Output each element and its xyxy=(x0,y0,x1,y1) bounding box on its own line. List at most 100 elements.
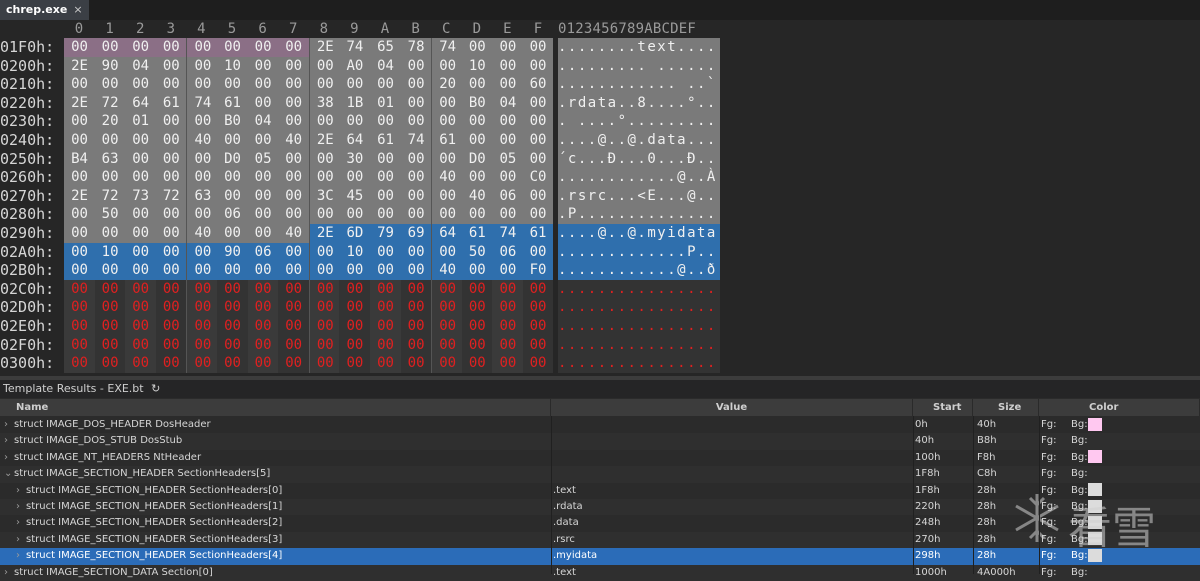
template-row[interactable]: › struct IMAGE_DOS_STUB DosStub 40h B8h Fg: B… xyxy=(0,433,1200,450)
hex-byte[interactable]: 00 xyxy=(523,56,553,76)
hex-byte[interactable]: 00 xyxy=(247,93,279,113)
hex-byte[interactable]: 61 xyxy=(461,224,493,243)
hex-byte[interactable]: 00 xyxy=(400,298,432,317)
hex-byte[interactable]: 00 xyxy=(308,56,341,76)
hex-byte[interactable]: 04 xyxy=(247,112,279,131)
hex-byte[interactable]: 10 xyxy=(94,242,126,262)
hex-byte[interactable]: 00 xyxy=(125,335,157,355)
hex-byte[interactable]: 61 xyxy=(370,131,401,150)
hex-byte[interactable]: 00 xyxy=(523,317,553,336)
ascii-row[interactable]: . ....°......... xyxy=(558,112,720,131)
hex-byte[interactable]: 00 xyxy=(400,112,432,131)
hex-byte[interactable]: 00 xyxy=(400,93,432,113)
hex-byte[interactable]: 00 xyxy=(125,317,157,336)
hex-byte[interactable]: 1B xyxy=(339,93,371,113)
hex-byte[interactable]: 2E xyxy=(308,131,341,150)
hex-byte[interactable]: 00 xyxy=(308,354,341,373)
hex-byte[interactable]: 3C xyxy=(308,186,341,206)
hex-byte[interactable]: 00 xyxy=(461,205,493,224)
col-value[interactable]: Value xyxy=(551,399,913,416)
expand-arrow-icon[interactable]: › xyxy=(4,433,14,449)
hex-byte[interactable]: 00 xyxy=(523,149,553,169)
hex-byte[interactable]: 00 xyxy=(155,56,187,76)
hex-byte[interactable]: 40 xyxy=(186,224,219,243)
hex-byte[interactable]: 00 xyxy=(523,242,553,262)
hex-byte[interactable]: 00 xyxy=(94,298,126,317)
hex-byte[interactable]: 00 xyxy=(400,168,432,187)
hex-byte[interactable]: 00 xyxy=(64,205,95,224)
hex-byte[interactable]: 00 xyxy=(400,354,432,373)
hex-byte[interactable]: 00 xyxy=(155,317,187,336)
hex-byte[interactable]: 00 xyxy=(155,242,187,262)
hex-byte[interactable]: 00 xyxy=(125,75,157,94)
hex-byte[interactable]: 10 xyxy=(217,56,248,76)
hex-byte[interactable]: 00 xyxy=(155,224,187,243)
ascii-row[interactable]: ....@..@.myidata xyxy=(558,224,720,243)
hex-byte[interactable]: 64 xyxy=(125,93,157,113)
hex-byte[interactable]: 00 xyxy=(523,354,553,373)
hex-byte[interactable]: 00 xyxy=(370,317,401,336)
hex-byte[interactable]: 00 xyxy=(217,168,248,187)
hex-byte[interactable]: 00 xyxy=(492,354,524,373)
hex-byte[interactable]: 00 xyxy=(523,131,553,150)
hex-byte[interactable]: 00 xyxy=(94,38,126,57)
hex-byte[interactable]: 06 xyxy=(492,186,524,206)
hex-byte[interactable]: 00 xyxy=(247,335,279,355)
hex-byte[interactable]: 00 xyxy=(217,261,248,280)
hex-byte[interactable]: 69 xyxy=(400,224,432,243)
hex-byte[interactable]: 00 xyxy=(125,242,157,262)
hex-byte[interactable]: 00 xyxy=(278,242,310,262)
expand-arrow-icon[interactable]: › xyxy=(16,532,26,548)
hex-byte[interactable]: 00 xyxy=(64,112,95,131)
hex-byte[interactable]: 00 xyxy=(186,56,219,76)
hex-byte[interactable]: 04 xyxy=(492,93,524,113)
hex-byte[interactable]: 00 xyxy=(431,242,464,262)
col-name[interactable]: Name xyxy=(0,399,551,416)
hex-byte[interactable]: 00 xyxy=(247,168,279,187)
hex-byte[interactable]: 00 xyxy=(278,38,310,57)
hex-byte[interactable]: 06 xyxy=(217,205,248,224)
hex-byte[interactable]: 20 xyxy=(94,112,126,131)
hex-byte[interactable]: 10 xyxy=(339,242,371,262)
hex-byte[interactable]: 00 xyxy=(125,224,157,243)
hex-byte[interactable]: 00 xyxy=(492,112,524,131)
hex-byte[interactable]: 00 xyxy=(278,168,310,187)
ascii-row[interactable]: ´c...Ð...0...Ð.. xyxy=(558,149,720,169)
hex-byte[interactable]: 00 xyxy=(492,279,524,299)
hex-byte[interactable]: 00 xyxy=(217,186,248,206)
expand-arrow-icon[interactable]: ⌄ xyxy=(4,466,14,482)
ascii-row[interactable]: ............@..ð xyxy=(558,261,720,280)
col-start[interactable]: Start xyxy=(913,399,973,416)
ascii-row[interactable]: ........text.... xyxy=(558,38,720,57)
hex-byte[interactable]: C0 xyxy=(523,168,553,187)
hex-byte[interactable]: 40 xyxy=(278,131,310,150)
hex-byte[interactable]: 63 xyxy=(94,149,126,169)
ascii-row[interactable]: .............P.. xyxy=(558,242,720,262)
hex-byte[interactable]: 00 xyxy=(94,279,126,299)
hex-byte[interactable]: 00 xyxy=(247,56,279,76)
hex-byte[interactable]: 2E xyxy=(64,56,95,76)
hex-byte[interactable]: 00 xyxy=(217,354,248,373)
hex-byte[interactable]: 00 xyxy=(64,317,95,336)
ascii-row[interactable]: ................ xyxy=(558,298,720,317)
hex-byte[interactable]: 65 xyxy=(370,38,401,57)
hex-byte[interactable]: 00 xyxy=(94,131,126,150)
hex-byte[interactable]: 00 xyxy=(492,261,524,280)
hex-byte[interactable]: 00 xyxy=(370,168,401,187)
hex-byte[interactable]: 00 xyxy=(431,112,464,131)
hex-byte[interactable]: 00 xyxy=(370,149,401,169)
hex-byte[interactable]: 00 xyxy=(64,131,95,150)
hex-byte[interactable]: 00 xyxy=(64,354,95,373)
hex-byte[interactable]: 00 xyxy=(155,298,187,317)
hex-byte[interactable]: 00 xyxy=(523,38,553,57)
hex-byte[interactable]: 00 xyxy=(461,279,493,299)
ascii-row[interactable]: ................ xyxy=(558,335,720,355)
hex-byte[interactable]: 00 xyxy=(217,298,248,317)
hex-byte[interactable]: 00 xyxy=(400,75,432,94)
hex-byte[interactable]: 00 xyxy=(64,279,95,299)
hex-byte[interactable]: 00 xyxy=(308,75,341,94)
hex-byte[interactable]: 00 xyxy=(278,56,310,76)
hex-byte[interactable]: 00 xyxy=(247,186,279,206)
hex-byte[interactable]: 00 xyxy=(370,205,401,224)
expand-arrow-icon[interactable]: › xyxy=(4,417,14,433)
